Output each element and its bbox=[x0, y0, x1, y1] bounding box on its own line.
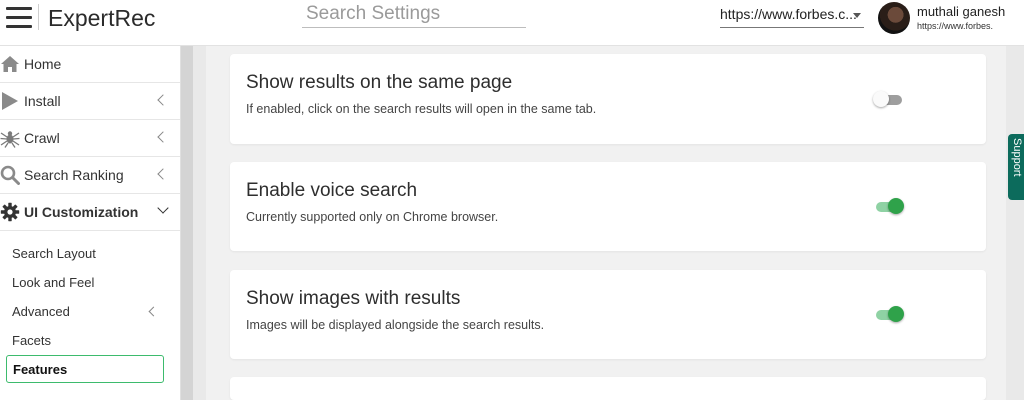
chevron-down-icon bbox=[157, 202, 169, 214]
sidebar-subitem-search-layout[interactable]: Search Layout bbox=[0, 239, 180, 268]
site-select-dropdown[interactable]: https://www.forbes.c... bbox=[720, 4, 864, 28]
brand-logo-text: ExpertRec bbox=[48, 5, 156, 31]
sidebar-item-label: UI Customization bbox=[24, 204, 139, 220]
images-toggle[interactable] bbox=[876, 306, 904, 322]
toggle-knob bbox=[888, 306, 904, 322]
same-page-toggle[interactable] bbox=[873, 91, 902, 107]
site-select-value: https://www.forbes.c... bbox=[720, 6, 857, 22]
setting-title: Show images with results bbox=[246, 288, 461, 309]
sidebar-item-crawl[interactable]: Crawl bbox=[0, 120, 180, 157]
sidebar-subitem-label: Search Layout bbox=[12, 246, 96, 261]
main-content: Show results on the same page If enabled… bbox=[206, 46, 1006, 400]
play-icon bbox=[0, 91, 20, 111]
support-tab[interactable]: Support bbox=[1008, 134, 1024, 200]
sidebar-subitem-label: Facets bbox=[12, 333, 52, 348]
setting-card-images: Show images with results Images will be … bbox=[230, 270, 986, 359]
search-settings-input[interactable] bbox=[302, 0, 526, 28]
sidebar-subitem-features[interactable]: Features bbox=[6, 355, 164, 383]
avatar[interactable] bbox=[878, 2, 910, 34]
sidebar-subitem-label: Features bbox=[13, 361, 68, 377]
sidebar-item-label: Home bbox=[24, 56, 62, 72]
sidebar-scroll-gutter bbox=[181, 46, 193, 400]
sidebar-subitem-label: Advanced bbox=[12, 304, 70, 319]
sidebar-item-label: Search Ranking bbox=[24, 167, 124, 183]
sidebar-item-home[interactable]: Home bbox=[0, 46, 180, 83]
user-site: https://www.forbes. bbox=[917, 21, 994, 31]
chevron-down-icon bbox=[853, 13, 861, 18]
setting-description: Currently supported only on Chrome brows… bbox=[246, 210, 499, 224]
toggle-knob bbox=[888, 198, 904, 214]
user-name: muthali ganesh bbox=[917, 4, 1006, 19]
setting-description: Images will be displayed alongside the s… bbox=[246, 318, 545, 332]
sidebar: Home Install Crawl Search Ranking UI Cus… bbox=[0, 46, 181, 400]
setting-title: Show results on the same page bbox=[246, 72, 513, 93]
setting-title: Enable voice search bbox=[246, 180, 418, 201]
sidebar-item-label: Crawl bbox=[24, 130, 60, 146]
chevron-left-icon bbox=[157, 168, 169, 180]
search-icon bbox=[0, 165, 20, 185]
top-header: ExpertRec https://www.forbes.c... muthal… bbox=[0, 0, 1024, 46]
sidebar-subitem-look-and-feel[interactable]: Look and Feel bbox=[0, 268, 180, 297]
sidebar-item-label: Install bbox=[24, 93, 61, 109]
sidebar-item-install[interactable]: Install bbox=[0, 83, 180, 120]
voice-search-toggle[interactable] bbox=[876, 198, 904, 214]
setting-card-same-page: Show results on the same page If enabled… bbox=[230, 54, 986, 144]
chevron-left-icon bbox=[148, 306, 159, 317]
gear-icon bbox=[0, 202, 20, 222]
sidebar-item-search-ranking[interactable]: Search Ranking bbox=[0, 157, 180, 194]
support-label: Support bbox=[1011, 138, 1023, 177]
hamburger-menu-icon[interactable] bbox=[6, 7, 32, 29]
chevron-left-icon bbox=[157, 131, 169, 143]
sidebar-item-ui-customization[interactable]: UI Customization bbox=[0, 194, 180, 231]
sidebar-subitem-label: Look and Feel bbox=[12, 275, 95, 290]
chevron-left-icon bbox=[157, 94, 169, 106]
toggle-knob bbox=[873, 91, 889, 107]
sidebar-subitem-facets[interactable]: Facets bbox=[0, 326, 180, 355]
spider-icon bbox=[0, 128, 20, 148]
brand-divider bbox=[38, 4, 39, 30]
sidebar-subitem-advanced[interactable]: Advanced bbox=[0, 297, 180, 326]
setting-description: If enabled, click on the search results … bbox=[246, 102, 597, 116]
setting-card-partial bbox=[230, 377, 986, 400]
home-icon bbox=[0, 54, 20, 74]
setting-card-voice-search: Enable voice search Currently supported … bbox=[230, 162, 986, 251]
